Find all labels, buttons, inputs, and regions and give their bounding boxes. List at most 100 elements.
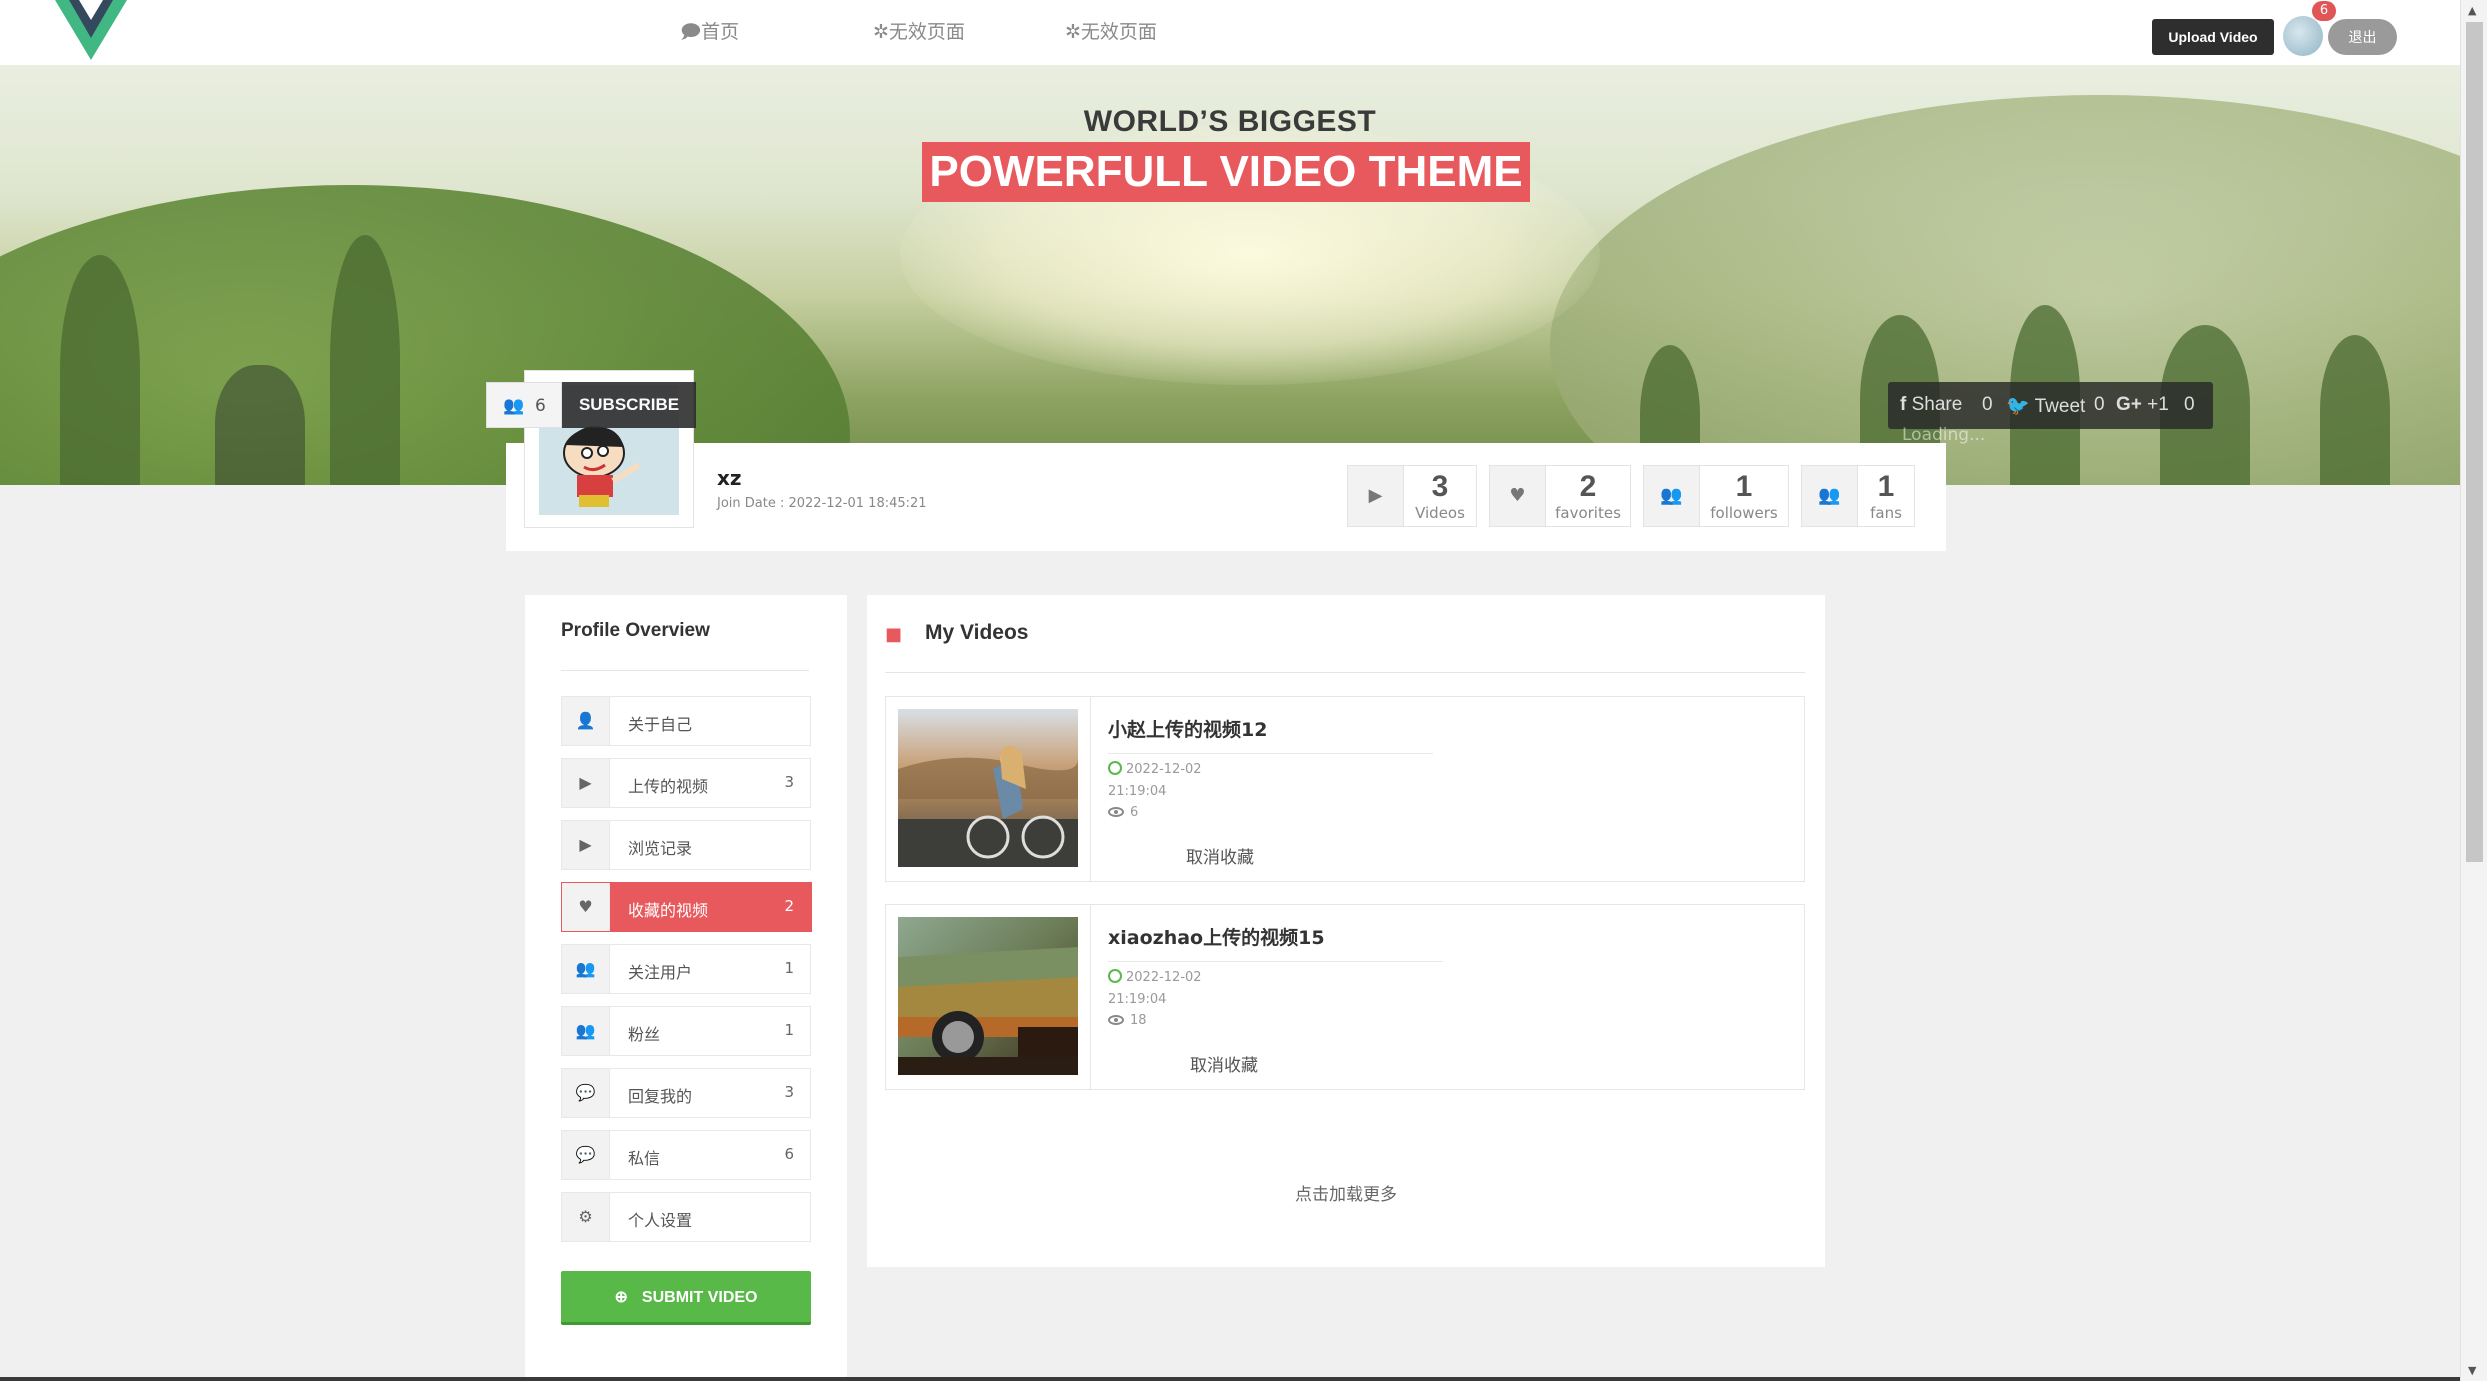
subscriber-count: 👥 6 xyxy=(486,382,562,428)
comments-icon: 💬 xyxy=(562,1131,610,1179)
clock-icon xyxy=(1108,761,1122,775)
share-label: Share xyxy=(1911,394,1963,415)
vue-logo[interactable] xyxy=(55,0,127,60)
upload-video-button[interactable]: Upload Video xyxy=(2152,19,2274,55)
banner-person xyxy=(215,365,305,485)
submit-video-button[interactable]: ⊕ SUBMIT VIDEO xyxy=(561,1271,811,1325)
video-date: 2022-12-02 21:19:04 xyxy=(1108,759,1202,803)
stat-value: 3 xyxy=(1431,470,1449,503)
video-views: 6 xyxy=(1108,805,1138,820)
load-more-button[interactable]: 点击加载更多 xyxy=(867,1180,1825,1205)
video-date: 2022-12-02 21:19:04 xyxy=(1108,967,1202,1011)
sidebar-item-following[interactable]: 👥 关注用户 1 xyxy=(561,944,811,994)
sidebar-item-count: 3 xyxy=(784,1083,794,1101)
unfavorite-button[interactable]: 取消收藏 xyxy=(1190,1051,1258,1076)
stat-label: favorites xyxy=(1555,504,1621,522)
video-date-value: 2022-12-02 xyxy=(1126,970,1202,985)
gplus-count: 0 xyxy=(2184,394,2195,415)
scrollbar-thumb[interactable] xyxy=(2466,22,2483,862)
user-icon: 👤 xyxy=(562,697,610,745)
video-card: xiaozhao上传的视频15 2022-12-02 21:19:04 18 取… xyxy=(885,904,1805,1090)
sidebar-item-count: 6 xyxy=(784,1145,794,1163)
unfavorite-button[interactable]: 取消收藏 xyxy=(1186,843,1254,868)
profile-sidebar: Profile Overview 👤 关于自己 ▶ 上传的视频 3 ▶ 浏览记录… xyxy=(525,595,847,1381)
notification-badge[interactable]: 6 xyxy=(2312,1,2336,21)
social-share-bar: f Share 0 🐦 Tweet 0 G+ +1 0 xyxy=(1888,382,2213,429)
heart-icon: ♥ xyxy=(562,883,610,931)
profile-username: xz xyxy=(717,466,742,490)
stat-label: Videos xyxy=(1415,504,1465,522)
sidebar-item-settings[interactable]: ⚙ 个人设置 xyxy=(561,1192,811,1242)
video-views: 18 xyxy=(1108,1013,1147,1028)
nav-home[interactable]: 🗩首页 xyxy=(680,17,739,50)
stat-value: 2 xyxy=(1579,470,1597,503)
sidebar-item-history[interactable]: ▶ 浏览记录 xyxy=(561,820,811,870)
stat-followers[interactable]: 👥 1 followers xyxy=(1643,465,1789,527)
divider xyxy=(561,670,809,671)
sidebar-item-count: 1 xyxy=(784,1021,794,1039)
page-scrollbar[interactable]: ▲ ▼ xyxy=(2460,0,2487,1381)
twitter-share-button[interactable]: 🐦 Tweet xyxy=(2006,394,2085,418)
sidebar-item-fans[interactable]: 👥 粉丝 1 xyxy=(561,1006,811,1056)
sidebar-item-count: 2 xyxy=(784,897,794,915)
subscribe-button[interactable]: SUBSCRIBE xyxy=(562,382,696,428)
video-time-value: 21:19:04 xyxy=(1108,784,1167,799)
gplus-label: +1 xyxy=(2147,394,2169,415)
stat-fans[interactable]: 👥 1 fans xyxy=(1801,465,1915,527)
video-thumbnail-wrap xyxy=(886,697,1091,881)
sidebar-title: Profile Overview xyxy=(561,620,710,641)
video-title[interactable]: xiaozhao上传的视频15 xyxy=(1108,923,1325,950)
video-views-value: 18 xyxy=(1130,1013,1147,1028)
nav-invalid-page-1[interactable]: ✲无效页面 xyxy=(873,17,965,44)
profile-join-date: Join Date : 2022-12-01 18:45:21 xyxy=(717,496,927,511)
facebook-share-button[interactable]: f Share xyxy=(1900,394,1962,416)
sidebar-item-favorites[interactable]: ♥ 收藏的视频 2 xyxy=(561,882,812,932)
sidebar-item-label: 关于自己 xyxy=(628,715,693,734)
twitter-icon: 🐦 xyxy=(2006,396,2030,417)
stat-favorites[interactable]: ♥ 2 favorites xyxy=(1489,465,1631,527)
stat-label: followers xyxy=(1710,504,1778,522)
sidebar-item-messages[interactable]: 💬 私信 6 xyxy=(561,1130,811,1180)
video-thumbnail-image xyxy=(898,917,1078,1075)
video-camera-icon: ■ xyxy=(885,624,903,645)
sidebar-item-about[interactable]: 👤 关于自己 xyxy=(561,696,811,746)
gplus-share-button[interactable]: G+ +1 xyxy=(2116,394,2169,416)
sidebar-item-label: 回复我的 xyxy=(628,1087,693,1106)
sidebar-item-replies[interactable]: 💬 回复我的 3 xyxy=(561,1068,811,1118)
video-thumbnail[interactable] xyxy=(898,917,1078,1075)
banner-tree xyxy=(60,255,140,485)
sidebar-item-uploaded-videos[interactable]: ▶ 上传的视频 3 xyxy=(561,758,811,808)
scroll-up-icon[interactable]: ▲ xyxy=(2468,4,2476,17)
nav-invalid-page-2[interactable]: ✲无效页面 xyxy=(1065,17,1157,44)
scroll-down-icon[interactable]: ▼ xyxy=(2468,1364,2476,1377)
video-camera-icon: ▶ xyxy=(562,821,610,869)
video-title[interactable]: 小赵上传的视频12 xyxy=(1108,715,1267,742)
stat-value: 1 xyxy=(1877,470,1895,503)
divider xyxy=(1108,961,1443,962)
sidebar-item-label: 上传的视频 xyxy=(628,777,709,796)
heart-icon: ♥ xyxy=(1490,466,1546,526)
my-videos-panel: ■ My Videos 小赵上传的视频12 2022-12-02 21:19:0… xyxy=(867,595,1825,1267)
video-thumbnail-wrap xyxy=(886,905,1091,1089)
video-camera-icon: ▶ xyxy=(1348,466,1404,526)
divider xyxy=(1108,753,1433,754)
sidebar-item-count: 1 xyxy=(784,959,794,977)
users-icon: 👥 xyxy=(503,396,525,416)
video-date-value: 2022-12-02 xyxy=(1126,762,1202,777)
video-camera-icon: ▶ xyxy=(562,759,610,807)
panel-title: My Videos xyxy=(925,621,1029,644)
video-thumbnail[interactable] xyxy=(898,709,1078,867)
share-loading-text: Loading... xyxy=(1902,425,1986,445)
comments-icon: 💬 xyxy=(562,1069,610,1117)
banner-tree xyxy=(2320,335,2390,485)
stat-videos[interactable]: ▶ 3 Videos xyxy=(1347,465,1477,527)
video-time-value: 21:19:04 xyxy=(1108,992,1167,1007)
sidebar-item-label: 私信 xyxy=(628,1149,661,1168)
banner-headline-big: POWERFULL VIDEO THEME xyxy=(922,142,1530,202)
sidebar-item-label: 关注用户 xyxy=(628,963,693,982)
sidebar-item-label: 粉丝 xyxy=(628,1025,661,1044)
video-thumbnail-image xyxy=(898,709,1078,867)
top-navbar: 🗩首页 ✲无效页面 ✲无效页面 Upload Video 6 退出 xyxy=(0,0,2460,65)
logout-button[interactable]: 退出 xyxy=(2328,19,2397,55)
user-avatar[interactable] xyxy=(2283,16,2323,56)
